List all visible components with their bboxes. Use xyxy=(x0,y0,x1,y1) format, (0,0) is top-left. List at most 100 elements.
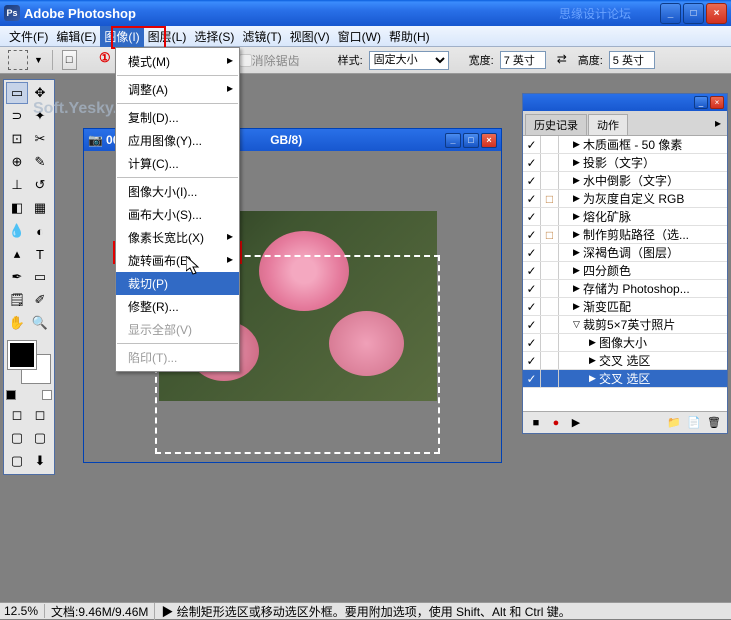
tool-pen[interactable]: ✒ xyxy=(6,266,28,288)
width-input[interactable] xyxy=(500,51,546,69)
action-row[interactable]: ✓▶水中倒影（文字） xyxy=(523,172,727,190)
doc-maximize-button[interactable]: □ xyxy=(463,133,479,148)
panel-minimize-button[interactable]: _ xyxy=(694,96,708,109)
action-row[interactable]: ✓□▶制作剪贴路径（选... xyxy=(523,226,727,244)
action-row[interactable]: ✓▶投影（文字） xyxy=(523,154,727,172)
menu-help[interactable]: 帮助(H) xyxy=(385,26,434,47)
screenmode-3[interactable]: ▢ xyxy=(6,450,28,472)
menu-edit[interactable]: 编辑(E) xyxy=(52,26,100,47)
menu-item-reveal: 显示全部(V) xyxy=(116,318,239,341)
toolbox: ▭ ✥ ⊃ ✦ ⊡ ✂ ⊕ ✎ ⊥ ↺ ◧ ▦ 💧 ◐ ▴ T ✒ ▭ 🗒 ✐ … xyxy=(3,79,55,475)
actions-footer: ■ ● ▶ 📁 📄 🗑 xyxy=(523,411,727,433)
tool-shape[interactable]: ▭ xyxy=(29,266,51,288)
doc-icon: 📷 xyxy=(88,133,103,147)
tool-eraser[interactable]: ◧ xyxy=(6,197,28,219)
selection-new-button[interactable]: □ xyxy=(62,50,77,70)
close-button[interactable]: × xyxy=(706,3,727,24)
play-button[interactable]: ▶ xyxy=(567,415,585,431)
tool-brush[interactable]: ✎ xyxy=(29,151,51,173)
menubar: 文件(F) 编辑(E) 图像(I) 图层(L) 选择(S) 滤镜(T) 视图(V… xyxy=(0,26,731,47)
menu-filter[interactable]: 滤镜(T) xyxy=(238,26,285,47)
action-row[interactable]: ✓▶四分颜色 xyxy=(523,262,727,280)
action-row[interactable]: ✓▶熔化矿脉 xyxy=(523,208,727,226)
new-set-button[interactable]: 📁 xyxy=(665,415,683,431)
app-title: Adobe Photoshop xyxy=(24,6,136,21)
tool-gradient[interactable]: ▦ xyxy=(29,197,51,219)
action-row[interactable]: ✓▶木质画框 - 50 像素 xyxy=(523,136,727,154)
action-row[interactable]: ✓▶深褐色调（图层） xyxy=(523,244,727,262)
actions-list[interactable]: ✓▶木质画框 - 50 像素✓▶投影（文字）✓▶水中倒影（文字）✓□▶为灰度自定… xyxy=(523,136,727,411)
screenmode-2[interactable]: ▢ xyxy=(29,427,51,449)
minimize-button[interactable]: _ xyxy=(660,3,681,24)
action-row[interactable]: ✓▶交叉 选区 xyxy=(523,370,727,388)
tool-blur[interactable]: 💧 xyxy=(6,220,28,242)
action-row[interactable]: ✓▶渐变匹配 xyxy=(523,298,727,316)
action-row[interactable]: ✓▶存储为 Photoshop... xyxy=(523,280,727,298)
menu-item-rotate[interactable]: 旋转画布(E)▸ xyxy=(116,249,239,272)
height-input[interactable] xyxy=(609,51,655,69)
tab-actions[interactable]: 动作 xyxy=(588,114,628,135)
menu-file[interactable]: 文件(F) xyxy=(5,26,52,47)
style-label: 样式: xyxy=(338,52,363,68)
menu-item-crop[interactable]: 裁切(P) xyxy=(116,272,239,295)
quickmask-mask[interactable]: ◻ xyxy=(29,404,51,426)
menu-item-imgsize[interactable]: 图像大小(I)... xyxy=(116,180,239,203)
antialias-label: 消除锯齿 xyxy=(252,52,300,69)
tool-history-brush[interactable]: ↺ xyxy=(29,174,51,196)
height-label: 高度: xyxy=(578,52,603,68)
maximize-button[interactable]: □ xyxy=(683,3,704,24)
stop-button[interactable]: ■ xyxy=(527,415,545,431)
tool-dodge[interactable]: ◐ xyxy=(29,220,51,242)
tab-history[interactable]: 历史记录 xyxy=(525,114,587,135)
style-select[interactable]: 固定大小 xyxy=(369,51,449,70)
swap-dimensions-button[interactable]: ⇄ xyxy=(552,50,572,70)
quickmask-standard[interactable]: ◻ xyxy=(6,404,28,426)
jump-to-imageready[interactable]: ⬇ xyxy=(29,450,51,472)
panel-menu-button[interactable]: ▸ xyxy=(709,114,727,135)
doc-minimize-button[interactable]: _ xyxy=(445,133,461,148)
doc-size[interactable]: 文档:9.46M/9.46M xyxy=(45,603,155,620)
tool-healing[interactable]: ⊕ xyxy=(6,151,28,173)
tool-crop[interactable]: ⊡ xyxy=(6,128,28,150)
screenmode-1[interactable]: ▢ xyxy=(6,427,28,449)
panel-close-button[interactable]: × xyxy=(710,96,724,109)
action-row[interactable]: ✓□▶为灰度自定义 RGB xyxy=(523,190,727,208)
menu-item-calc[interactable]: 计算(C)... xyxy=(116,152,239,175)
menu-item-apply[interactable]: 应用图像(Y)... xyxy=(116,129,239,152)
action-row[interactable]: ✓▶交叉 选区 xyxy=(523,352,727,370)
tool-type[interactable]: T xyxy=(29,243,51,265)
menu-window[interactable]: 窗口(W) xyxy=(334,26,385,47)
menu-item-duplicate[interactable]: 复制(D)... xyxy=(116,106,239,129)
tool-hand[interactable]: ✋ xyxy=(6,312,28,334)
delete-button[interactable]: 🗑 xyxy=(705,415,723,431)
menu-item-adjust[interactable]: 调整(A)▸ xyxy=(116,78,239,101)
swap-colors-button[interactable] xyxy=(42,390,52,400)
tool-path-select[interactable]: ▴ xyxy=(6,243,28,265)
menu-item-canvassize[interactable]: 画布大小(S)... xyxy=(116,203,239,226)
tool-stamp[interactable]: ⊥ xyxy=(6,174,28,196)
menu-item-mode[interactable]: 模式(M)▸ xyxy=(116,50,239,73)
foreground-color[interactable] xyxy=(8,341,36,369)
statusbar: 12.5% 文档:9.46M/9.46M ▶ 绘制矩形选区或移动选区外框。要用附… xyxy=(0,602,731,619)
menu-view[interactable]: 视图(V) xyxy=(286,26,334,47)
actions-panel: _ × 历史记录 动作 ▸ ✓▶木质画框 - 50 像素✓▶投影（文字）✓▶水中… xyxy=(522,93,728,434)
tool-slice[interactable]: ✂ xyxy=(29,128,51,150)
annotation-number-1: ① xyxy=(99,50,111,66)
tool-notes[interactable]: 🗒 xyxy=(6,289,28,311)
menu-select[interactable]: 选择(S) xyxy=(190,26,238,47)
zoom-level[interactable]: 12.5% xyxy=(0,604,45,618)
action-row[interactable]: ✓▶图像大小 xyxy=(523,334,727,352)
menu-item-pixratio[interactable]: 像素长宽比(X)▸ xyxy=(116,226,239,249)
doc-close-button[interactable]: × xyxy=(481,133,497,148)
tool-zoom[interactable]: 🔍 xyxy=(29,312,51,334)
tool-lasso[interactable]: ⊃ xyxy=(6,105,28,127)
new-action-button[interactable]: 📄 xyxy=(685,415,703,431)
default-colors-button[interactable] xyxy=(6,390,16,400)
menu-item-trim[interactable]: 修整(R)... xyxy=(116,295,239,318)
tool-marquee[interactable]: ▭ xyxy=(6,82,28,104)
action-row[interactable]: ✓▽裁剪5×7英寸照片 xyxy=(523,316,727,334)
record-button[interactable]: ● xyxy=(547,415,565,431)
color-swatches[interactable] xyxy=(6,339,52,385)
marquee-preset-icon[interactable] xyxy=(8,50,28,70)
tool-eyedropper[interactable]: ✐ xyxy=(29,289,51,311)
